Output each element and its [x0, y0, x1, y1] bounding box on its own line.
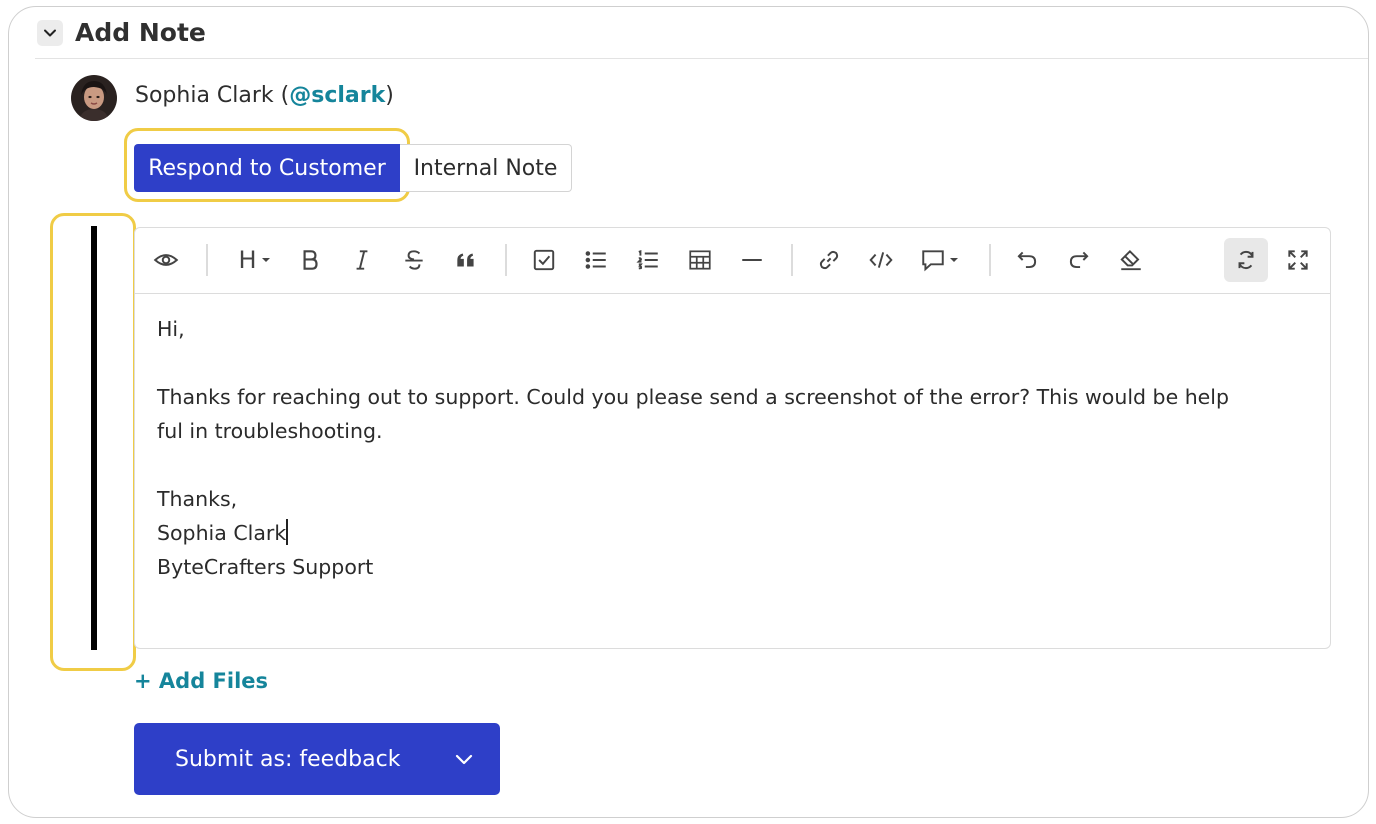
author-close-paren: ) [385, 83, 394, 108]
heading-button[interactable]: H [230, 238, 280, 282]
bold-button[interactable] [288, 238, 332, 282]
expand-icon [1288, 250, 1308, 270]
undo-button[interactable] [1005, 238, 1049, 282]
redo-icon [1069, 251, 1089, 269]
editor-line: ByteCrafters Support [157, 555, 374, 579]
author-open-paren: ( [273, 83, 290, 108]
author-handle[interactable]: @sclark [289, 83, 385, 108]
code-icon [869, 252, 893, 268]
section-title: Add Note [75, 18, 206, 47]
strikethrough-button[interactable] [392, 238, 436, 282]
author-line: Sophia Clark (@sclark) [135, 83, 394, 108]
ordered-list-icon [636, 249, 658, 270]
eraser-icon [1120, 249, 1141, 271]
toolbar-separator [989, 244, 991, 276]
editor-line: Hi, [157, 317, 185, 341]
strikethrough-icon [405, 250, 423, 270]
bullet-list-button[interactable] [574, 238, 618, 282]
link-icon [819, 250, 839, 270]
heading-label: H [238, 246, 257, 274]
chevron-down-icon [44, 29, 56, 36]
bold-icon [303, 250, 318, 270]
bullet-list-icon [585, 251, 606, 269]
tab-internal-note[interactable]: Internal Note [400, 144, 572, 192]
task-list-button[interactable] [522, 238, 566, 282]
add-note-panel: Add Note Sophia Clark (@sclark) Respond … [8, 6, 1369, 818]
editor-toolbar: H [135, 228, 1330, 294]
submit-button[interactable]: Submit as: feedback [134, 723, 500, 795]
submit-label: Submit as: feedback [175, 746, 401, 772]
editor-line: ful in troubleshooting. [157, 419, 383, 443]
preview-button[interactable] [144, 238, 188, 282]
editor-line: Thanks for reaching out to support. Coul… [157, 385, 1230, 409]
toolbar-separator [505, 244, 507, 276]
editor-line [157, 448, 1310, 482]
horizontal-rule-icon [742, 259, 762, 261]
checkbox-icon [533, 249, 555, 271]
italic-button[interactable] [340, 238, 384, 282]
sync-icon [1238, 250, 1254, 270]
caret-down-icon [950, 258, 958, 262]
quote-button[interactable] [444, 238, 488, 282]
editor-content[interactable]: Hi, Thanks for reaching out to support. … [157, 312, 1310, 584]
tab-respond-to-customer[interactable]: Respond to Customer [134, 144, 400, 192]
sync-scroll-button[interactable] [1224, 238, 1268, 282]
table-icon [689, 250, 711, 270]
editor-line: Sophia Clark [157, 521, 287, 545]
author-name: Sophia Clark [135, 83, 274, 108]
redo-button[interactable] [1057, 238, 1101, 282]
quote-icon [457, 253, 474, 267]
editor-line: Thanks, [157, 487, 238, 511]
add-files-link[interactable]: + Add Files [134, 669, 268, 693]
comment-icon [922, 250, 944, 272]
markdown-editor: H Hi, Thanks for reaching out to support… [134, 227, 1331, 649]
collapse-toggle[interactable] [37, 19, 63, 46]
toolbar-separator [791, 244, 793, 276]
resize-handle[interactable] [91, 226, 97, 650]
section-header: Add Note [35, 7, 1368, 59]
undo-icon [1017, 251, 1037, 269]
toolbar-separator [206, 244, 208, 276]
comment-button[interactable] [914, 238, 966, 282]
italic-icon [356, 250, 368, 270]
eye-icon [153, 254, 179, 266]
clear-format-button[interactable] [1109, 238, 1153, 282]
editor-line [157, 346, 1310, 380]
code-button[interactable] [859, 238, 903, 282]
horizontal-rule-button[interactable] [730, 238, 774, 282]
chevron-down-icon[interactable] [452, 747, 476, 771]
link-button[interactable] [807, 238, 851, 282]
avatar [71, 75, 117, 121]
caret-down-icon [261, 258, 270, 262]
table-button[interactable] [678, 238, 722, 282]
fullscreen-button[interactable] [1276, 238, 1320, 282]
editor-line-with-caret: Sophia Clark [157, 516, 1310, 550]
ordered-list-button[interactable] [626, 238, 670, 282]
text-caret [286, 519, 288, 545]
